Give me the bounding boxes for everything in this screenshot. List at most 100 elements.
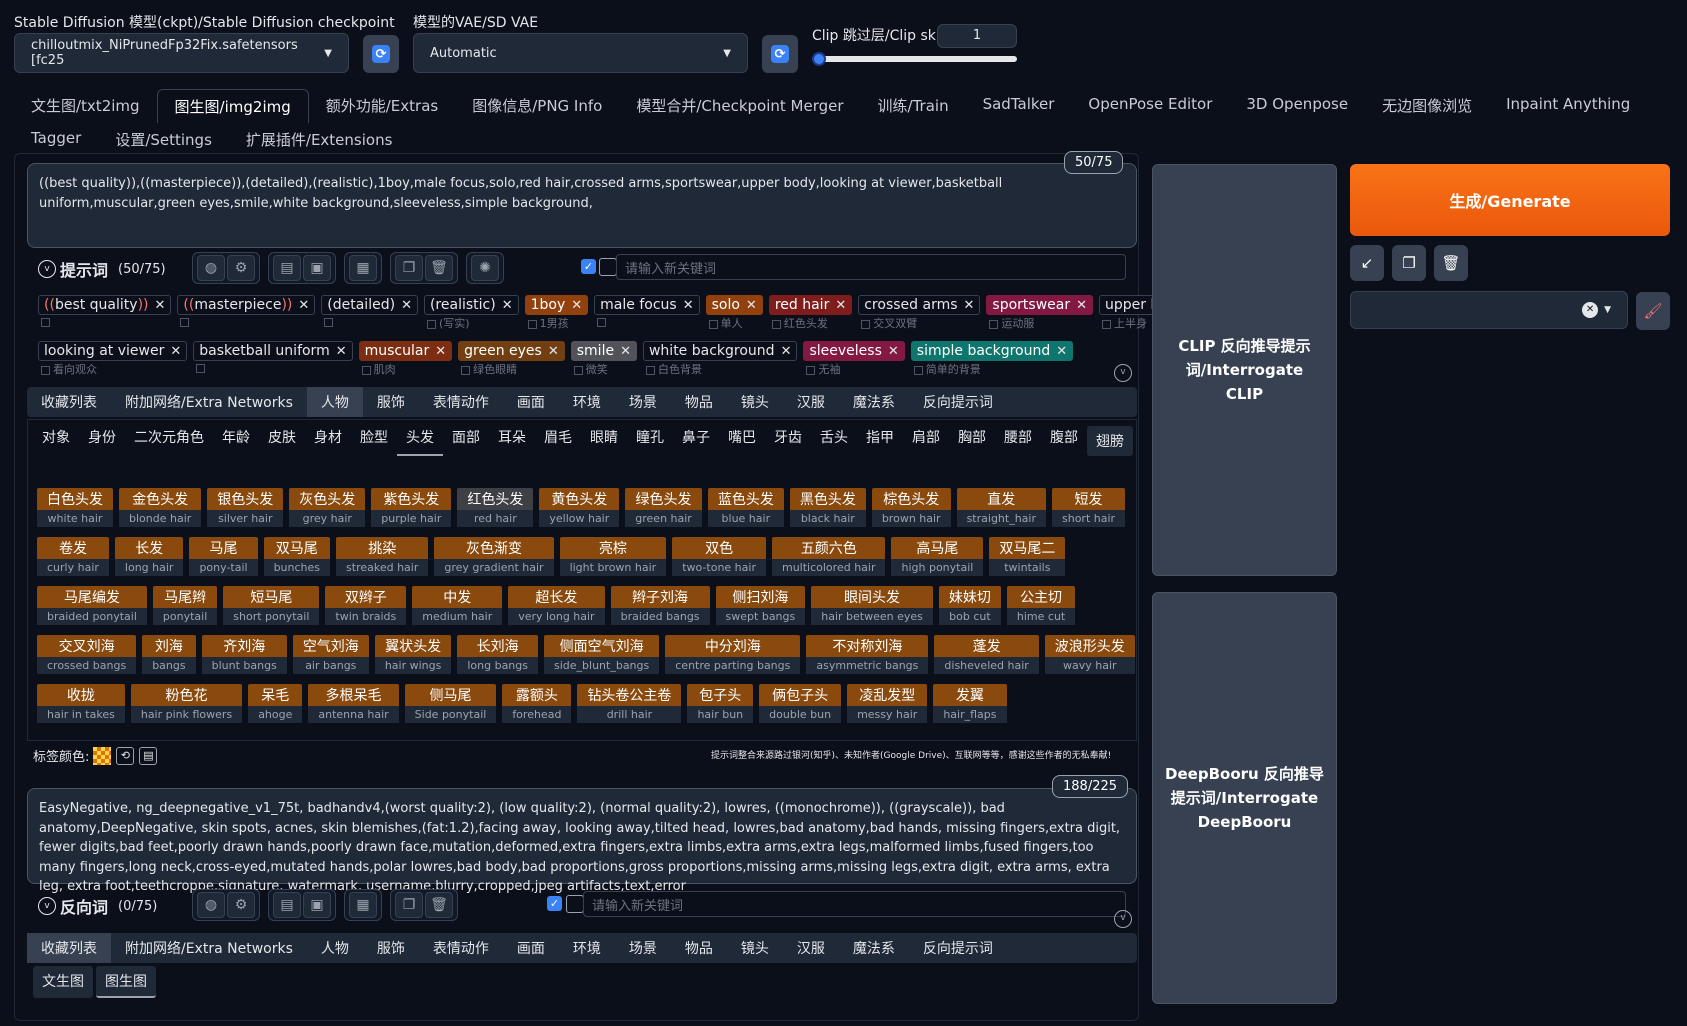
prompt-tag[interactable]: ((masterpiece)) ✕ — [177, 295, 316, 328]
category-tab[interactable]: 物品 — [671, 933, 727, 963]
tab-11[interactable]: Tagger — [14, 123, 98, 156]
tag-edit-icon[interactable] — [361, 365, 371, 375]
prompt-tag-chip[interactable]: green eyes ✕ — [458, 341, 565, 361]
prompt-tag[interactable]: crossed arms ✕ 交叉双臂 — [858, 295, 981, 330]
prompt-tag-chip[interactable]: (realistic) ✕ — [423, 295, 519, 315]
hair-tag[interactable]: 包子头 hair bun — [687, 684, 754, 723]
history-icon[interactable]: ▤ — [273, 892, 301, 918]
remove-tag-icon[interactable]: ✕ — [746, 298, 757, 313]
hair-tag[interactable]: 粉色花 hair pink flowers — [130, 684, 243, 723]
remove-tag-icon[interactable]: ✕ — [170, 344, 181, 359]
prompt-tag-chip[interactable]: white background ✕ — [642, 341, 798, 361]
prompt-tag[interactable]: solo ✕ 单人 — [705, 295, 763, 330]
tag-edit-icon[interactable] — [41, 317, 50, 327]
hair-tag[interactable]: 中分刘海 centre parting bangs — [665, 635, 801, 674]
prompt-tag-chip[interactable]: crossed arms ✕ — [858, 295, 981, 315]
prompt-textarea[interactable]: ((best quality)),((masterpiece)),(detail… — [27, 163, 1137, 248]
prompt-toolbar-title[interactable]: v 提示词 (50/75) — [38, 257, 166, 281]
hair-tag[interactable]: 马尾 pony-tail — [189, 537, 258, 576]
hair-tag[interactable]: 公主切 hime cut — [1006, 586, 1076, 625]
prompt-tag[interactable]: smile ✕ 微笑 — [570, 341, 637, 376]
category-tab[interactable]: 反向提示词 — [909, 387, 1007, 417]
subcategory-tab[interactable]: 腹部 — [1041, 422, 1087, 456]
subcategory-tab[interactable]: 牙齿 — [765, 422, 811, 456]
expand-icon[interactable]: v — [1114, 910, 1132, 928]
subcategory-tab[interactable]: 身份 — [79, 422, 125, 456]
category-tab[interactable]: 服饰 — [363, 387, 419, 417]
hair-tag[interactable]: 凌乱发型 messy hair — [847, 684, 928, 723]
prompt-tag[interactable]: basketball uniform ✕ — [193, 341, 353, 374]
subcategory-tab[interactable]: 耳朵 — [489, 422, 535, 456]
hair-tag[interactable]: 妹妹切 bob cut — [938, 586, 1001, 625]
hair-tag[interactable]: 波浪形头发 wavy hair — [1044, 635, 1135, 674]
prompt-tag-chip[interactable]: red hair ✕ — [768, 295, 853, 315]
generate-button[interactable]: 生成/Generate — [1350, 164, 1670, 236]
category-tab[interactable]: 附加网络/Extra Networks — [111, 387, 307, 417]
tag-edit-icon[interactable] — [527, 319, 537, 329]
copy-icon[interactable]: ❐ — [395, 892, 423, 918]
subcategory-tab[interactable]: 年龄 — [213, 422, 259, 456]
negative-subtab[interactable]: 文生图 — [33, 966, 93, 998]
hair-tag[interactable]: 钻头卷公主卷 drill hair — [577, 684, 682, 723]
tag-edit-icon[interactable] — [426, 319, 436, 329]
prompt-tag-chip[interactable]: solo ✕ — [705, 295, 763, 315]
refresh-checkpoint-button[interactable]: ⟳ — [363, 35, 399, 73]
tab-7[interactable]: OpenPose Editor — [1071, 89, 1229, 123]
prompt-tag-chip[interactable]: basketball uniform ✕ — [193, 341, 353, 361]
prompt-tag-chip[interactable]: sleeveless ✕ — [803, 341, 905, 361]
reset-icon[interactable]: ⟲ — [116, 746, 135, 765]
hair-tag[interactable]: 白色头发 white hair — [37, 488, 113, 527]
remove-tag-icon[interactable]: ✕ — [298, 298, 309, 313]
prompt-tag-chip[interactable]: simple background ✕ — [910, 341, 1074, 361]
hair-tag[interactable]: 马尾编发 braided ponytail — [37, 586, 147, 625]
subcategory-tab[interactable]: 指甲 — [857, 422, 903, 456]
tag-edit-icon[interactable] — [771, 319, 781, 329]
cursor-toggle-icon[interactable] — [599, 258, 617, 276]
subcategory-tab[interactable]: 眼睛 — [581, 422, 627, 456]
clip-skip-slider-track[interactable] — [812, 56, 1017, 62]
category-tab[interactable]: 服饰 — [363, 933, 419, 963]
hair-tag[interactable]: 发翼 hair_flaps — [933, 684, 1007, 723]
hair-tag[interactable]: 灰色头发 grey hair — [289, 488, 366, 527]
globe-icon[interactable]: ◍ — [197, 892, 225, 918]
hair-tag[interactable]: 金色头发 blonde hair — [119, 488, 202, 527]
cursor-toggle-icon[interactable] — [566, 895, 584, 913]
prompt-tag-chip[interactable]: (detailed) ✕ — [321, 295, 418, 315]
hair-tag[interactable]: 露额头 forehead — [502, 684, 572, 723]
hair-tag[interactable]: 双辫子 twin braids — [325, 586, 407, 625]
refresh-vae-button[interactable]: ⟳ — [762, 35, 798, 73]
hair-tag[interactable]: 蓬发 disheveled hair — [934, 635, 1039, 674]
tab-1[interactable]: 图生图/img2img — [156, 89, 309, 123]
negative-new-keyword-input[interactable]: 请输入新关键词 — [583, 891, 1126, 917]
prompt-tag[interactable]: simple background ✕ 简单的背景 — [910, 341, 1074, 376]
hair-tag[interactable]: 银色头发 silver hair — [207, 488, 284, 527]
subcategory-tab[interactable]: 舌头 — [811, 422, 857, 456]
hair-tag[interactable]: 直发 straight_hair — [956, 488, 1046, 527]
subcategory-tab[interactable]: 胸部 — [949, 422, 995, 456]
remove-tag-icon[interactable]: ✕ — [964, 298, 975, 313]
prompt-tag[interactable]: looking at viewer ✕ 看向观众 — [38, 341, 188, 376]
tag-edit-icon[interactable] — [645, 365, 655, 375]
category-tab[interactable]: 收藏列表 — [27, 933, 111, 963]
prompt-tag[interactable]: sleeveless ✕ 无袖 — [803, 341, 905, 376]
tag-edit-icon[interactable] — [41, 365, 50, 375]
remove-tag-icon[interactable]: ✕ — [888, 344, 899, 359]
trash-icon[interactable]: 🗑 — [425, 255, 453, 281]
category-tab[interactable]: 反向提示词 — [909, 933, 1007, 963]
hair-tag[interactable]: 侧面空气刘海 side_blunt_bangs — [544, 635, 660, 674]
subcategory-tab[interactable]: 瞳孔 — [627, 422, 673, 456]
hair-tag[interactable]: 翼状头发 hair wings — [374, 635, 452, 674]
brush-icon[interactable]: 🖌 — [1636, 292, 1670, 330]
remove-tag-icon[interactable]: ✕ — [683, 298, 694, 313]
subcategory-tab[interactable]: 对象 — [33, 422, 79, 456]
save-icon[interactable]: ▤ — [139, 746, 158, 765]
hair-tag[interactable]: 侧马尾 Side ponytail — [404, 684, 497, 723]
tag-edit-icon[interactable] — [708, 319, 718, 329]
remove-tag-icon[interactable]: ✕ — [155, 298, 166, 313]
hair-tag[interactable]: 多根呆毛 antenna hair — [308, 684, 399, 723]
subcategory-tab[interactable]: 鼻子 — [673, 422, 719, 456]
openai-icon[interactable]: ✺ — [471, 255, 499, 281]
prompt-new-keyword-input[interactable]: 请输入新关键词 — [616, 254, 1126, 280]
category-tab[interactable]: 场景 — [615, 933, 671, 963]
prompt-tag[interactable]: green eyes ✕ 绿色眼睛 — [458, 341, 565, 376]
